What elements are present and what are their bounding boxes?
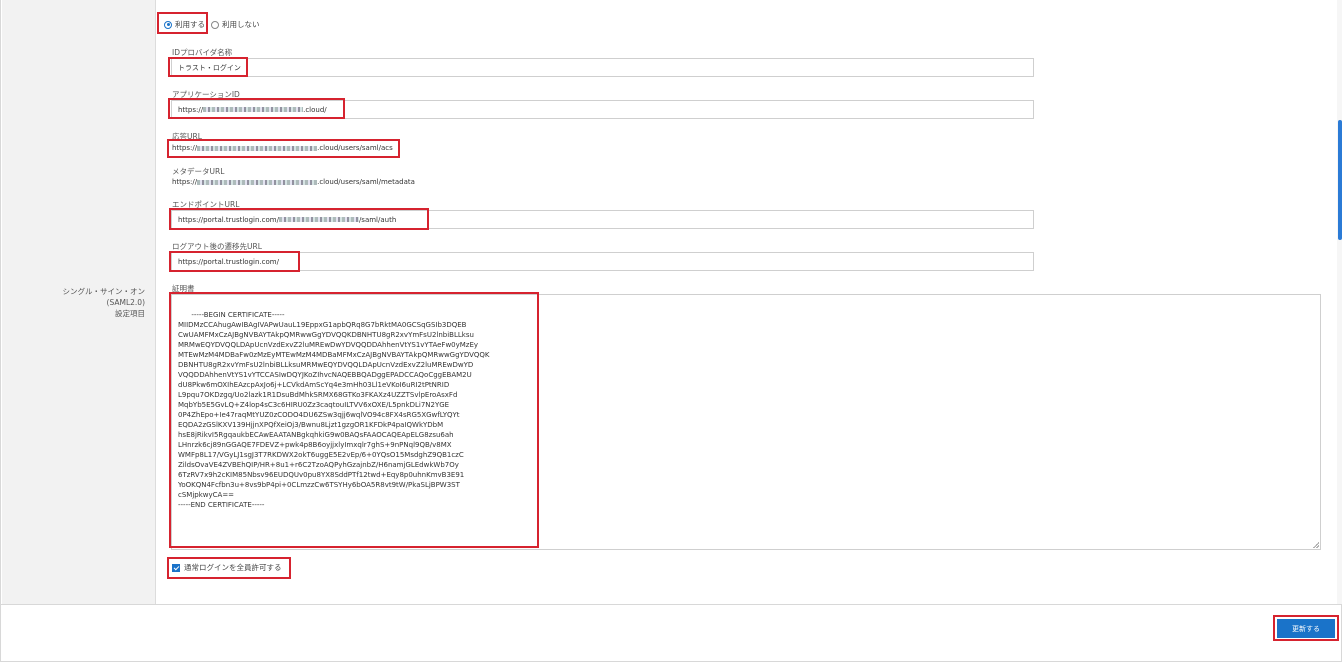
endpoint-url-label: エンドポイントURL	[172, 200, 240, 209]
section-label: シングル・サイン・オン (SAML2.0) 設定項目	[62, 287, 146, 318]
form-content: 利用する 利用しない IDプロバイダ名称 トラスト・ログイン アプリケーションI…	[156, 0, 1336, 604]
certificate-textarea[interactable]: -----BEGIN CERTIFICATE----- MIIDMzCCAhug…	[171, 294, 1321, 550]
redacted-text	[197, 145, 318, 151]
scrollbar-thumb[interactable]	[1338, 120, 1342, 240]
radio-not-use[interactable]	[211, 20, 219, 29]
metadata-url-label: メタデータURL	[172, 167, 225, 176]
settings-panel: シングル・サイン・オン (SAML2.0) 設定項目 利用する 利用しない ID…	[0, 0, 1342, 604]
allow-normal-login-label: 通常ログインを全員許可する	[184, 563, 282, 572]
update-button[interactable]: 更新する	[1277, 619, 1335, 638]
idp-name-input[interactable]: トラスト・ログイン	[171, 58, 1034, 77]
metadata-url-value: https://.cloud/users/saml/metadata	[172, 178, 415, 186]
redacted-text	[203, 107, 304, 112]
resize-grip-icon[interactable]	[1313, 542, 1319, 548]
app-id-input[interactable]: https://.cloud/	[171, 100, 1034, 119]
footer-bar	[0, 605, 1342, 662]
logout-url-input[interactable]: https://portal.trustlogin.com/	[171, 252, 1034, 271]
logout-url-label: ログアウト後の遷移先URL	[172, 242, 262, 251]
radio-not-use-label: 利用しない	[222, 20, 260, 29]
acs-url-label: 応答URL	[172, 132, 202, 141]
certificate-label: 証明書	[172, 284, 195, 293]
acs-url-value: https://.cloud/users/saml/acs	[172, 144, 393, 152]
redacted-text	[197, 179, 318, 185]
allow-normal-login-checkbox[interactable]	[172, 563, 180, 572]
label-column: シングル・サイン・オン (SAML2.0) 設定項目	[2, 0, 156, 604]
endpoint-url-input[interactable]: https://portal.trustlogin.com//saml/auth	[171, 210, 1034, 229]
sso-usage-radio-group: 利用する 利用しない	[164, 19, 266, 30]
radio-use[interactable]	[164, 20, 172, 29]
idp-name-label: IDプロバイダ名称	[172, 48, 233, 57]
redacted-text	[278, 217, 359, 222]
page-scrollbar[interactable]	[1337, 0, 1342, 604]
allow-normal-login-row[interactable]: 通常ログインを全員許可する	[172, 562, 282, 573]
radio-use-label: 利用する	[175, 20, 205, 29]
app-id-label: アプリケーションID	[172, 90, 240, 99]
